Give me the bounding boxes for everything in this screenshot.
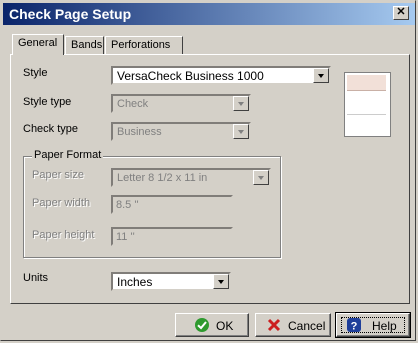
ok-label: OK (216, 319, 234, 333)
cancel-label: Cancel (288, 319, 326, 333)
dialog-window: Check Page Setup ✕ General Bands Perfora… (0, 0, 416, 341)
paper-height-field: 11 '' (111, 227, 233, 246)
units-label: Units (23, 272, 49, 284)
tab-general[interactable]: General (12, 34, 64, 55)
paper-width-label: Paper width (32, 197, 91, 209)
close-button[interactable]: ✕ (393, 6, 409, 20)
help-button[interactable]: ? Help (335, 312, 411, 338)
chevron-down-icon (233, 96, 249, 111)
style-value: VersaCheck Business 1000 (117, 69, 264, 83)
chevron-down-icon (253, 170, 269, 185)
paper-size-value: Letter 8 1/2 x 11 in (117, 172, 208, 184)
check-type-label: Check type (23, 123, 79, 135)
help-icon: ? (347, 318, 361, 333)
close-icon: ✕ (396, 6, 406, 18)
style-label: Style (23, 67, 48, 79)
preview-band (347, 75, 386, 91)
window-title: Check Page Setup (9, 6, 132, 22)
chevron-down-icon[interactable] (313, 68, 329, 83)
style-type-label: Style type (23, 96, 72, 108)
paper-size-select: Letter 8 1/2 x 11 in (111, 168, 271, 187)
style-type-value: Check (117, 98, 149, 110)
svg-text:?: ? (351, 321, 358, 333)
style-type-select: Check (111, 94, 251, 113)
cancel-button[interactable]: Cancel (255, 313, 331, 337)
units-value: Inches (117, 275, 153, 289)
units-select[interactable]: Inches (111, 272, 231, 291)
chevron-down-icon (233, 124, 249, 139)
check-icon (195, 318, 209, 332)
check-type-value: Business (117, 126, 162, 138)
preview-band (347, 94, 386, 115)
title-bar[interactable]: Check Page Setup ✕ (3, 3, 415, 25)
check-preview-image (344, 72, 391, 137)
paper-width-field: 8.5 '' (111, 195, 233, 214)
help-label: Help (372, 319, 397, 333)
tab-bands[interactable]: Bands (65, 36, 104, 54)
paper-format-label: Paper Format (32, 149, 104, 161)
tab-perforations[interactable]: Perforations (105, 36, 183, 54)
check-type-select: Business (111, 122, 251, 141)
cancel-x-icon (267, 318, 281, 332)
chevron-down-icon[interactable] (213, 274, 229, 289)
paper-height-label: Paper height (32, 229, 95, 241)
style-select[interactable]: VersaCheck Business 1000 (111, 66, 331, 85)
paper-size-label: Paper size (32, 169, 84, 181)
ok-button[interactable]: OK (175, 313, 249, 337)
